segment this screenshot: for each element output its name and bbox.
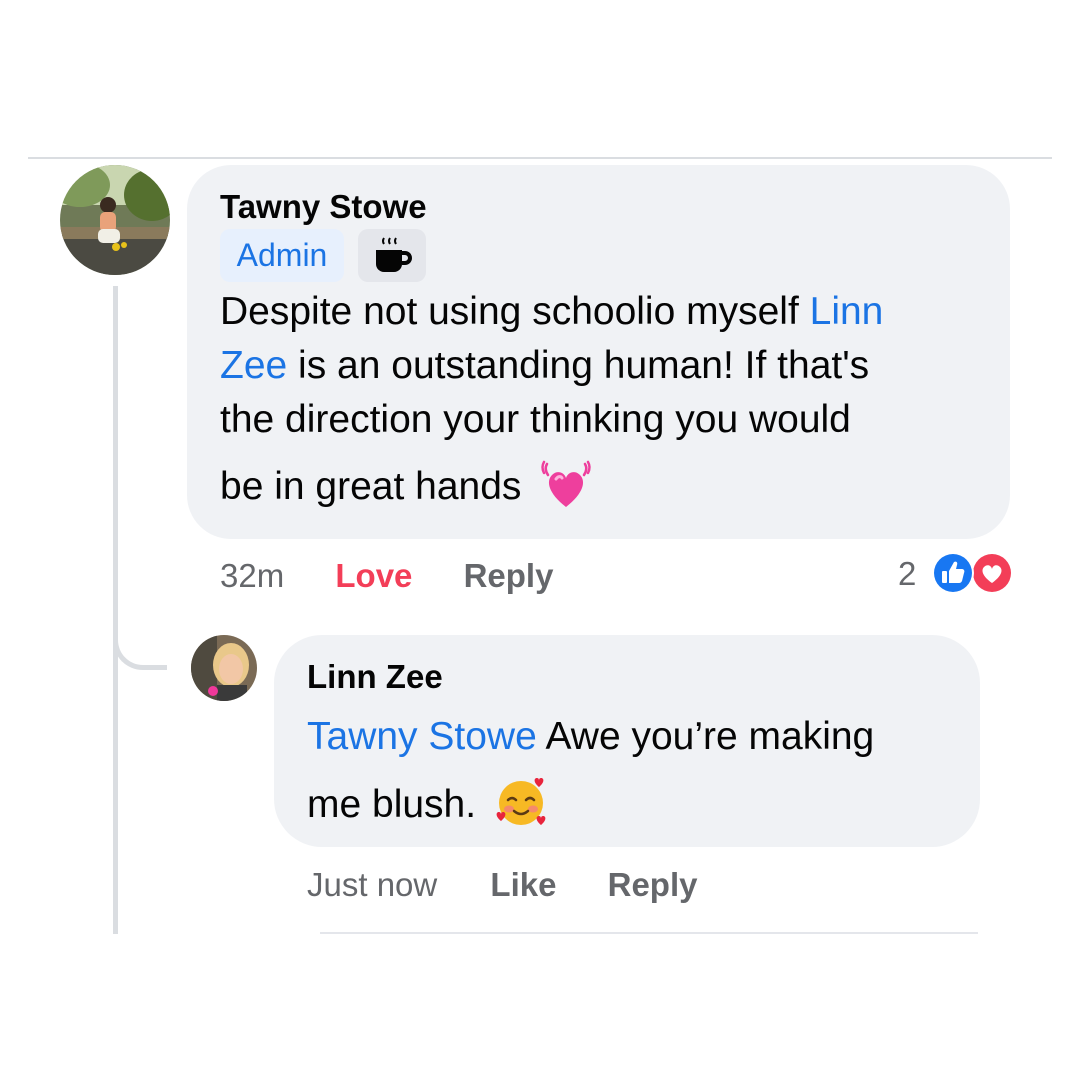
smiling-face-with-hearts-emoji xyxy=(496,778,546,825)
like-reaction-icon xyxy=(932,552,974,594)
like-button[interactable]: Like xyxy=(490,866,556,903)
reply-body: Tawny Stowe Awe you’re making me blush. xyxy=(307,703,874,839)
reply-body-line: me blush. xyxy=(307,771,874,839)
comment-author-name[interactable]: Tawny Stowe xyxy=(220,188,427,226)
thread-connector xyxy=(113,620,167,670)
reply-button[interactable]: Reply xyxy=(464,557,554,594)
reply-text: me blush. xyxy=(307,783,477,826)
top-divider xyxy=(28,157,1052,159)
thread-line xyxy=(113,286,118,934)
comment-body-line: Despite not using schoolio myself Linn xyxy=(220,285,883,339)
comment-text: is an outstanding human! If that's xyxy=(287,344,870,387)
reply-timestamp[interactable]: Just now xyxy=(307,866,437,903)
avatar-tawny-stowe[interactable] xyxy=(60,165,170,275)
comment-body-line: be in great hands xyxy=(220,459,883,514)
coffee-badge[interactable] xyxy=(358,229,426,282)
reaction-count: 2 xyxy=(898,555,917,592)
coffee-cup-icon xyxy=(376,237,412,272)
comment-body: Despite not using schoolio myself Linn Z… xyxy=(220,285,883,514)
reply-button[interactable]: Reply xyxy=(608,866,698,903)
pink-beating-heart-emoji xyxy=(541,460,591,507)
bottom-divider xyxy=(320,932,978,934)
reply-author-name[interactable]: Linn Zee xyxy=(307,658,443,696)
reply-actions: Just now Like Reply xyxy=(307,866,698,904)
avatar-linn-zee[interactable] xyxy=(191,635,257,701)
love-button[interactable]: Love xyxy=(335,557,412,594)
comment-text: Despite not using schoolio myself xyxy=(220,290,810,333)
reply-text: Awe you’re making xyxy=(536,715,875,758)
reply-body-line: Tawny Stowe Awe you’re making xyxy=(307,703,874,771)
comment-text: be in great hands xyxy=(220,465,522,508)
mention-tawny-stowe[interactable]: Tawny Stowe xyxy=(307,715,537,758)
mention-linn-zee[interactable]: Zee xyxy=(220,344,287,387)
comment-text: the direction your thinking you would xyxy=(220,398,851,441)
comment-actions: 32m Love Reply xyxy=(220,557,553,595)
comment-timestamp[interactable]: 32m xyxy=(220,557,284,594)
comment-body-line: Zee is an outstanding human! If that's xyxy=(220,339,883,393)
mention-linn-zee[interactable]: Linn xyxy=(810,290,884,333)
comment-body-line: the direction your thinking you would xyxy=(220,393,883,447)
love-reaction-icon xyxy=(971,552,1013,594)
admin-badge[interactable]: Admin xyxy=(220,229,344,282)
